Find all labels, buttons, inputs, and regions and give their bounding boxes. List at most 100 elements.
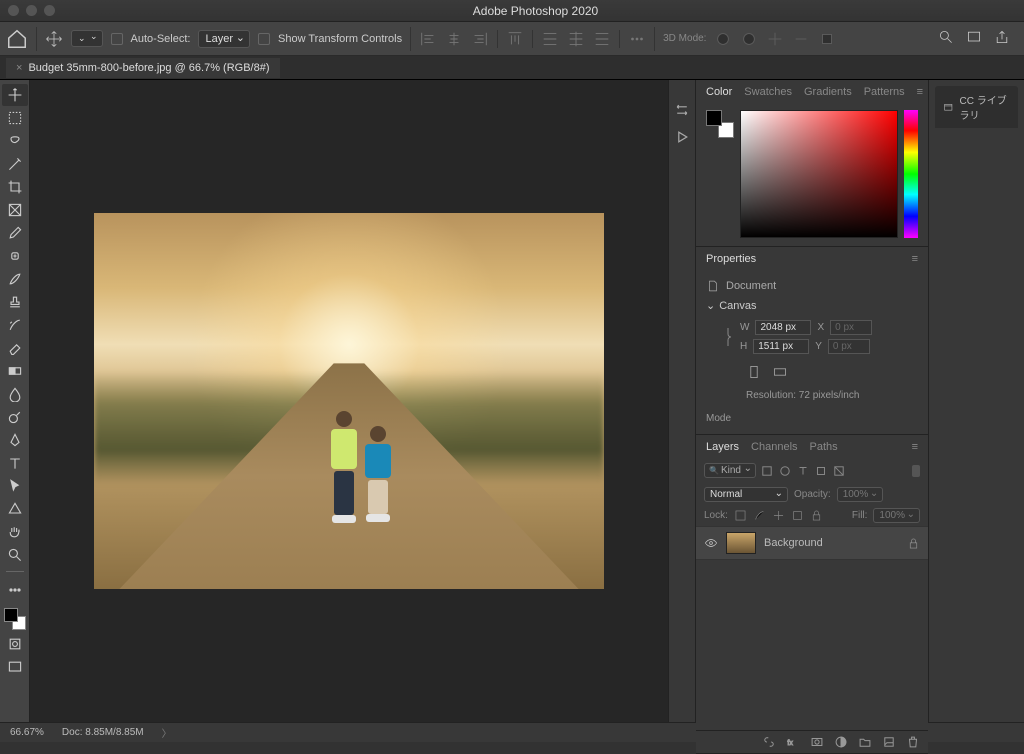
minimize-window-icon[interactable]	[26, 5, 37, 16]
eraser-tool[interactable]	[2, 337, 28, 359]
type-tool[interactable]	[2, 452, 28, 474]
filter-smart-icon[interactable]	[832, 464, 846, 478]
layer-thumbnail[interactable]	[726, 532, 756, 554]
panel-menu-icon[interactable]: ≡	[912, 441, 918, 453]
close-window-icon[interactable]	[8, 5, 19, 16]
stamp-tool[interactable]	[2, 291, 28, 313]
new-layer-icon[interactable]	[882, 735, 896, 749]
healing-tool[interactable]	[2, 245, 28, 267]
visibility-eye-icon[interactable]	[704, 536, 718, 550]
distribute-bottom-icon[interactable]	[593, 30, 611, 48]
align-center-h-icon[interactable]	[445, 30, 463, 48]
document-canvas[interactable]	[94, 213, 604, 589]
move-tool[interactable]	[2, 84, 28, 106]
brush-tool[interactable]	[2, 268, 28, 290]
blend-mode-dd[interactable]: Normal	[704, 487, 788, 502]
align-left-icon[interactable]	[419, 30, 437, 48]
shape-tool[interactable]	[2, 498, 28, 520]
lock-position-icon[interactable]	[772, 509, 785, 522]
document-tab[interactable]: × Budget 35mm-800-before.jpg @ 66.7% (RG…	[6, 58, 280, 78]
color-field[interactable]	[740, 110, 898, 238]
filter-type-icon[interactable]	[796, 464, 810, 478]
layer-row[interactable]: Background	[696, 526, 928, 560]
group-icon[interactable]	[858, 735, 872, 749]
frame-tool[interactable]	[2, 199, 28, 221]
tab-swatches[interactable]: Swatches	[744, 86, 792, 98]
lock-all-icon[interactable]	[810, 509, 823, 522]
zoom-level[interactable]: 66.67%	[10, 727, 44, 738]
auto-select-checkbox[interactable]	[111, 33, 123, 45]
move-tool-icon[interactable]	[45, 30, 63, 48]
adjustment-layer-icon[interactable]	[834, 735, 848, 749]
tab-channels[interactable]: Channels	[751, 441, 797, 453]
crop-tool[interactable]	[2, 176, 28, 198]
distribute-center-v-icon[interactable]	[567, 30, 585, 48]
filter-toggle[interactable]	[912, 465, 920, 477]
home-icon[interactable]	[6, 28, 28, 50]
hand-tool[interactable]	[2, 521, 28, 543]
share-icon[interactable]	[994, 29, 1010, 48]
canvas-area[interactable]	[30, 80, 668, 722]
window-controls[interactable]	[8, 5, 55, 16]
lasso-tool[interactable]	[2, 130, 28, 152]
quickmask-icon[interactable]	[2, 633, 28, 655]
chevron-down-icon[interactable]: ⌄	[706, 299, 715, 312]
hue-slider[interactable]	[904, 110, 918, 238]
eyedropper-tool[interactable]	[2, 222, 28, 244]
edit-toolbar-icon[interactable]	[2, 579, 28, 601]
width-input[interactable]	[755, 320, 811, 335]
panel-menu-icon[interactable]: ≡	[912, 253, 918, 265]
pen-tool[interactable]	[2, 429, 28, 451]
foreground-color-swatch[interactable]	[4, 608, 18, 622]
link-icon[interactable]	[722, 324, 734, 350]
filter-adjust-icon[interactable]	[778, 464, 792, 478]
tab-layers[interactable]: Layers	[706, 441, 739, 453]
height-input[interactable]	[753, 339, 809, 354]
x-input[interactable]	[830, 320, 872, 335]
fill-input[interactable]: 100%	[873, 508, 920, 523]
color-panel-fgbg[interactable]	[706, 110, 734, 138]
layer-name[interactable]: Background	[764, 537, 823, 549]
screen-mode-icon[interactable]	[966, 29, 982, 48]
actions-panel-icon[interactable]	[674, 129, 690, 148]
tab-color[interactable]: Color	[706, 86, 732, 98]
auto-select-type-dd[interactable]: Layer	[198, 30, 250, 48]
lock-icon[interactable]	[907, 537, 920, 550]
path-select-tool[interactable]	[2, 475, 28, 497]
gradient-tool[interactable]	[2, 360, 28, 382]
layer-filter-dd[interactable]: Kind	[704, 463, 756, 478]
history-brush-tool[interactable]	[2, 314, 28, 336]
tab-properties[interactable]: Properties	[706, 253, 756, 265]
lock-transparency-icon[interactable]	[734, 509, 747, 522]
align-right-icon[interactable]	[471, 30, 489, 48]
lock-paint-icon[interactable]	[753, 509, 766, 522]
show-transform-checkbox[interactable]	[258, 33, 270, 45]
opacity-input[interactable]: 100%	[837, 487, 884, 502]
tab-patterns[interactable]: Patterns	[864, 86, 905, 98]
align-top-icon[interactable]	[506, 30, 524, 48]
marquee-tool[interactable]	[2, 107, 28, 129]
distribute-top-icon[interactable]	[541, 30, 559, 48]
cc-libraries-tab[interactable]: CC ライブラリ	[935, 86, 1018, 128]
layer-mask-icon[interactable]	[810, 735, 824, 749]
orientation-landscape-icon[interactable]	[772, 364, 788, 380]
more-align-icon[interactable]	[628, 30, 646, 48]
wand-tool[interactable]	[2, 153, 28, 175]
tool-mode-dd[interactable]: ⌄	[71, 30, 103, 47]
doc-size[interactable]: Doc: 8.85M/8.85M	[62, 727, 144, 738]
zoom-tool[interactable]	[2, 544, 28, 566]
link-layers-icon[interactable]	[762, 735, 776, 749]
panel-menu-icon[interactable]: ≡	[917, 86, 923, 98]
close-tab-icon[interactable]: ×	[16, 62, 22, 74]
filter-pixel-icon[interactable]	[760, 464, 774, 478]
zoom-window-icon[interactable]	[44, 5, 55, 16]
tab-paths[interactable]: Paths	[810, 441, 838, 453]
filter-shape-icon[interactable]	[814, 464, 828, 478]
tab-gradients[interactable]: Gradients	[804, 86, 852, 98]
y-input[interactable]	[828, 339, 870, 354]
search-icon[interactable]	[938, 29, 954, 48]
status-menu-icon[interactable]: 〉	[162, 725, 172, 740]
layer-fx-icon[interactable]: fx	[786, 735, 800, 749]
foreground-background-colors[interactable]	[2, 606, 28, 632]
orientation-portrait-icon[interactable]	[746, 364, 762, 380]
